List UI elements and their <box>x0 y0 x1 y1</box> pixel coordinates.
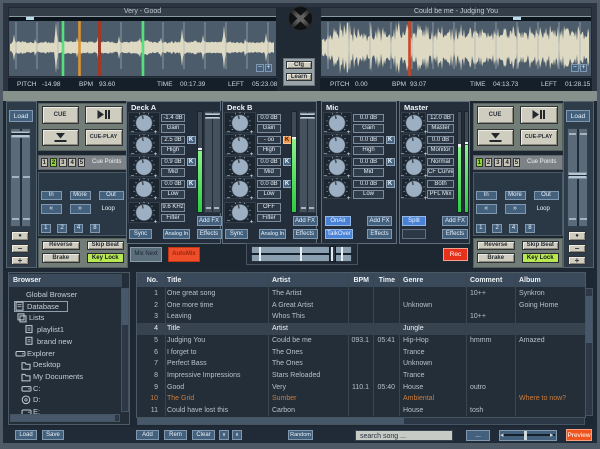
svg-text:+: + <box>154 173 158 180</box>
svg-text:+: + <box>347 195 351 202</box>
svg-text:−: − <box>227 218 231 225</box>
svg-text:+: + <box>154 219 158 226</box>
svg-text:−: − <box>324 151 328 158</box>
svg-text:+: + <box>424 195 428 202</box>
svg-text:+: + <box>250 195 254 202</box>
svg-text:+: + <box>424 151 428 158</box>
svg-text:+: + <box>250 219 254 226</box>
svg-text:+: + <box>424 173 428 180</box>
svg-text:−: − <box>401 151 405 158</box>
svg-text:−: − <box>227 129 231 136</box>
svg-text:+: + <box>154 129 158 136</box>
svg-text:+: + <box>250 151 254 158</box>
svg-text:+: + <box>347 151 351 158</box>
svg-text:−: − <box>324 129 328 136</box>
svg-text:−: − <box>227 151 231 158</box>
svg-text:−: − <box>227 173 231 180</box>
svg-text:−: − <box>324 173 328 180</box>
svg-text:−: − <box>401 129 405 136</box>
svg-text:+: + <box>250 129 254 136</box>
svg-text:−: − <box>401 173 405 180</box>
svg-text:+: + <box>250 173 254 180</box>
svg-text:−: − <box>227 195 231 202</box>
svg-text:+: + <box>347 129 351 136</box>
svg-text:+: + <box>424 129 428 136</box>
svg-text:−: − <box>324 195 328 202</box>
svg-text:+: + <box>154 195 158 202</box>
svg-text:+: + <box>347 173 351 180</box>
svg-text:+: + <box>154 151 158 158</box>
svg-text:−: − <box>401 195 405 202</box>
